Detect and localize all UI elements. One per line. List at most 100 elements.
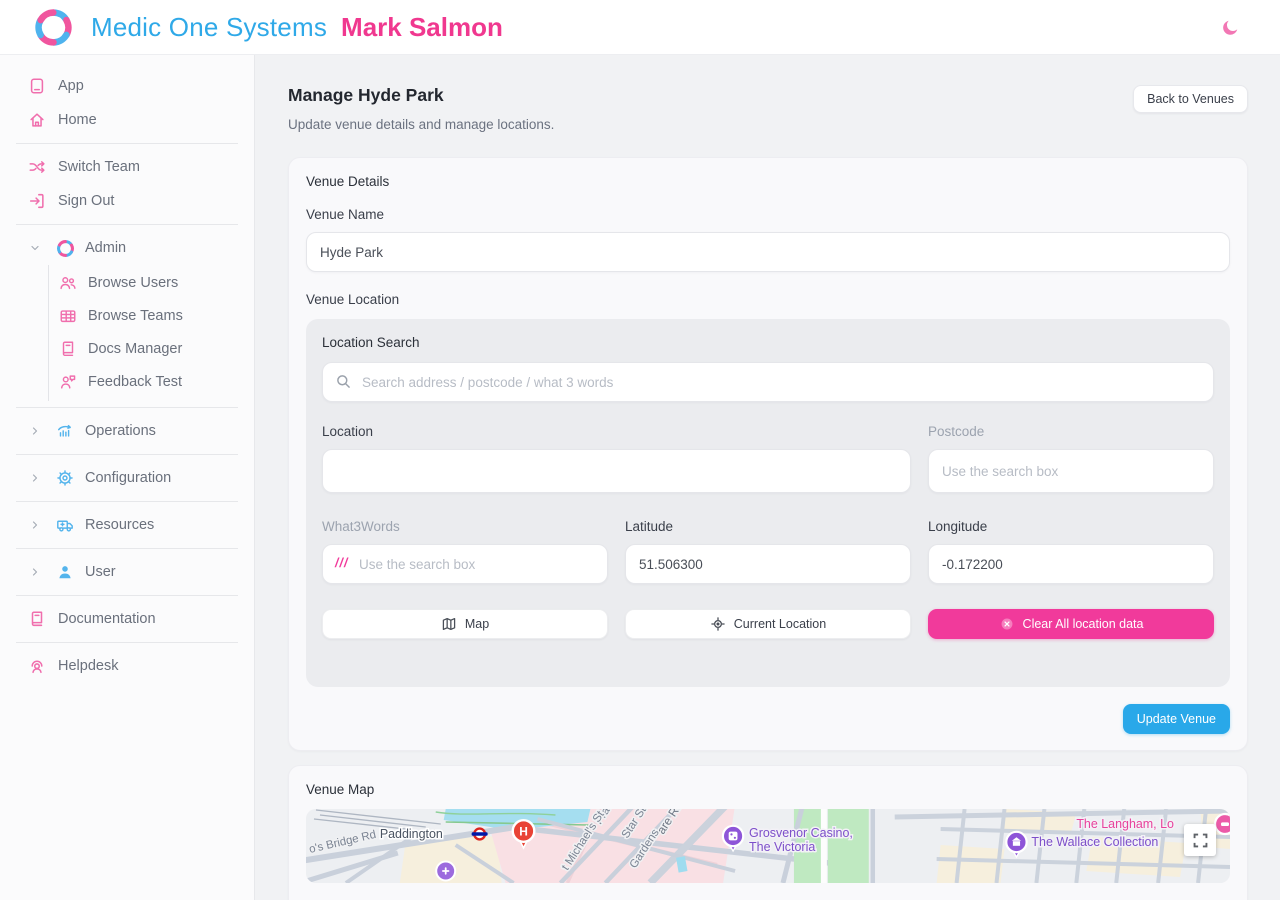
sidebar-label: User — [85, 564, 116, 580]
sidebar-divider — [16, 642, 238, 643]
svg-text:H: H — [519, 824, 528, 838]
sidebar-label: Switch Team — [58, 159, 140, 175]
postcode-input[interactable] — [928, 449, 1214, 493]
current-location-button[interactable]: Current Location — [625, 609, 911, 639]
current-location-button-label: Current Location — [734, 617, 826, 631]
sidebar-item-browse-users[interactable]: Browse Users — [49, 266, 254, 299]
gear-icon — [55, 468, 75, 488]
hotel-marker[interactable] — [1215, 814, 1230, 834]
what3words-label: What3Words — [322, 519, 608, 534]
sidebar-label: Configuration — [85, 470, 171, 486]
admin-sub-list: Browse Users Browse Teams — [48, 265, 254, 401]
documentation-book-icon — [27, 609, 47, 629]
chevron-right-icon — [29, 566, 41, 578]
map-canvas: o's Bridge Rd Paddington Pra t Michael's… — [306, 809, 1230, 883]
venue-map-card: Venue Map — [288, 765, 1248, 900]
map-station-paddington: Paddington — [380, 827, 443, 841]
longitude-input[interactable] — [928, 544, 1214, 584]
sidebar-item-docs-manager[interactable]: Docs Manager — [49, 332, 254, 365]
longitude-label: Longitude — [928, 519, 1214, 534]
map-poi-casino-line1: Grosvenor Casino, — [749, 826, 853, 840]
map-button[interactable]: Map — [322, 609, 608, 639]
shuffle-icon — [27, 157, 47, 177]
sidebar-label: Sign Out — [58, 193, 114, 209]
sidebar-item-home[interactable]: Home — [0, 103, 254, 137]
map-button-label: Map — [465, 617, 489, 631]
book-icon — [58, 339, 78, 359]
venue-location-panel: Location Search Location Po — [306, 319, 1230, 687]
chevron-right-icon — [29, 425, 41, 437]
sidebar-divider — [16, 501, 238, 502]
what3words-slashes-icon: /// — [335, 556, 348, 570]
what3words-input[interactable] — [322, 544, 608, 584]
location-search-title: Location Search — [322, 335, 1214, 350]
sidebar-divider — [16, 548, 238, 549]
sign-out-icon — [27, 191, 47, 211]
map-poi-langham: The Langham, Lo — [1076, 817, 1174, 831]
sidebar-item-documentation[interactable]: Documentation — [0, 602, 254, 636]
sidebar-item-sign-out[interactable]: Sign Out — [0, 184, 254, 218]
sidebar-item-feedback-test[interactable]: Feedback Test — [49, 365, 254, 398]
chevron-down-icon — [29, 242, 41, 254]
chevron-right-icon — [29, 472, 41, 484]
page-title: Manage Hyde Park — [288, 85, 554, 106]
sidebar-label: Admin — [85, 240, 126, 256]
update-venue-button[interactable]: Update Venue — [1123, 704, 1230, 734]
venue-details-title: Venue Details — [306, 174, 1230, 189]
feedback-icon — [58, 372, 78, 392]
sidebar-divider — [16, 224, 238, 225]
sidebar-item-browse-teams[interactable]: Browse Teams — [49, 299, 254, 332]
sidebar-label: Documentation — [58, 611, 156, 627]
sidebar-item-app[interactable]: App — [0, 69, 254, 103]
sidebar-label: Resources — [85, 517, 154, 533]
location-input[interactable] — [322, 449, 911, 493]
sidebar-group-resources[interactable]: Resources — [0, 508, 254, 542]
venue-location-label: Venue Location — [306, 292, 1230, 307]
moon-icon — [1221, 18, 1240, 37]
poi-dot-marker[interactable] — [436, 862, 455, 881]
back-to-venues-button[interactable]: Back to Venues — [1133, 85, 1248, 113]
person-icon — [55, 562, 75, 582]
sidebar-label: Docs Manager — [88, 341, 182, 357]
venue-details-card: Venue Details Venue Name Venue Location … — [288, 157, 1248, 751]
sidebar-label: Feedback Test — [88, 374, 182, 390]
sidebar-label: Home — [58, 112, 97, 128]
home-icon — [27, 110, 47, 130]
users-icon — [58, 273, 78, 293]
venue-name-input[interactable] — [306, 232, 1230, 272]
sidebar-group-user[interactable]: User — [0, 555, 254, 589]
sidebar-group-operations[interactable]: Operations — [0, 414, 254, 448]
sidebar-label: Browse Users — [88, 275, 178, 291]
sidebar-item-switch-team[interactable]: Switch Team — [0, 150, 254, 184]
sidebar-item-helpdesk[interactable]: Helpdesk — [0, 649, 254, 683]
clear-location-data-button[interactable]: Clear All location data — [928, 609, 1214, 639]
sidebar-label: App — [58, 78, 84, 94]
venue-map[interactable]: o's Bridge Rd Paddington Pra t Michael's… — [306, 809, 1230, 883]
helpdesk-icon — [27, 656, 47, 676]
map-fullscreen-button[interactable] — [1184, 824, 1216, 856]
sidebar-group-configuration[interactable]: Configuration — [0, 461, 254, 495]
sidebar-label: Operations — [85, 423, 156, 439]
table-icon — [58, 306, 78, 326]
postcode-label: Postcode — [928, 424, 1214, 439]
main-content: Manage Hyde Park Update venue details an… — [255, 55, 1280, 900]
dark-mode-toggle[interactable] — [1218, 15, 1242, 39]
brand-title: Medic One Systems — [91, 12, 327, 43]
sidebar-divider — [16, 454, 238, 455]
location-label: Location — [322, 424, 911, 439]
top-bar: Medic One Systems Mark Salmon — [0, 0, 1280, 55]
latitude-input[interactable] — [625, 544, 911, 584]
clear-circle-x-icon — [999, 616, 1015, 632]
search-icon — [335, 373, 352, 395]
location-search-input[interactable] — [322, 362, 1214, 402]
map-icon — [441, 616, 457, 632]
sidebar-group-admin[interactable]: Admin — [0, 231, 254, 265]
sidebar-divider — [16, 143, 238, 144]
current-user-name: Mark Salmon — [341, 12, 503, 43]
current-location-icon — [710, 616, 726, 632]
admin-swirl-icon — [55, 238, 75, 258]
sidebar-divider — [16, 595, 238, 596]
latitude-label: Latitude — [625, 519, 911, 534]
ambulance-icon — [55, 515, 75, 535]
chevron-right-icon — [29, 519, 41, 531]
